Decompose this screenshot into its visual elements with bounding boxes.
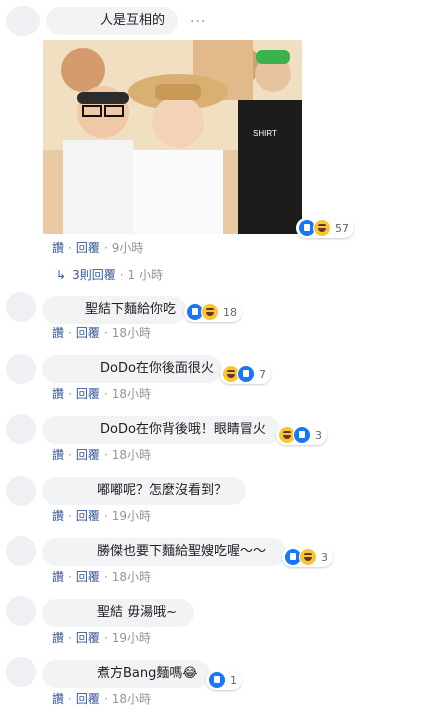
reply-button[interactable]: 回覆 — [76, 448, 100, 462]
haha-reaction-icon — [201, 303, 219, 321]
separator: · — [68, 241, 72, 255]
separator: · — [68, 570, 72, 584]
reaction-summary[interactable]: 57 — [296, 218, 354, 238]
comment-actions: 讚 · 回覆 · 18小時 — [52, 387, 151, 401]
timestamp: 18小時 — [111, 387, 151, 401]
separator: · — [103, 570, 108, 584]
commenter-avatar[interactable] — [6, 476, 36, 506]
reply-button[interactable]: 回覆 — [76, 509, 100, 523]
separator: · — [68, 326, 72, 340]
like-button[interactable]: 讚 — [52, 448, 64, 462]
reply-button[interactable]: 回覆 — [76, 692, 100, 706]
separator: · — [68, 509, 72, 523]
comment-text: 勝傑也要下麵給聖嫂吃喔～～ — [97, 544, 267, 559]
separator: · — [103, 631, 108, 645]
separator: · — [103, 387, 108, 401]
separator: · — [103, 326, 108, 340]
comment-text: 人是互相的 — [100, 13, 166, 28]
separator: · — [103, 241, 108, 255]
reply-button[interactable]: 回覆 — [76, 387, 100, 401]
comment-text: 煮方Bang麵嗎😂 — [97, 666, 198, 681]
separator: · — [103, 509, 108, 523]
like-button[interactable]: 讚 — [52, 241, 64, 255]
reaction-count: 7 — [259, 367, 266, 381]
commenter-avatar[interactable] — [6, 354, 36, 384]
comment-text: 聖結 毋湯哦~ — [97, 605, 178, 620]
separator: · — [119, 268, 124, 282]
timestamp: 1 小時 — [127, 268, 163, 282]
like-button[interactable]: 讚 — [52, 692, 64, 706]
timestamp: 18小時 — [111, 448, 151, 462]
comment-text: DoDo在你背後哦！眼睛冒火 — [100, 422, 266, 437]
view-replies-link[interactable]: ↳ 3則回覆 · 1 小時 — [56, 268, 163, 282]
comment-actions: 讚 · 回覆 · 18小時 — [52, 326, 151, 340]
comment-actions: 讚 · 回覆 · 9小時 — [52, 241, 143, 255]
separator: · — [103, 692, 108, 706]
timestamp: 19小時 — [111, 631, 151, 645]
separator: · — [68, 448, 72, 462]
reaction-count: 3 — [315, 428, 322, 442]
reply-button[interactable]: 回覆 — [76, 241, 100, 255]
commenter-avatar[interactable] — [6, 657, 36, 687]
separator: · — [103, 448, 108, 462]
like-reaction-icon — [293, 426, 311, 444]
reply-arrow-icon: ↳ — [56, 268, 67, 282]
like-button[interactable]: 讚 — [52, 326, 64, 340]
reply-button[interactable]: 回覆 — [76, 631, 100, 645]
separator: · — [68, 692, 72, 706]
comment-text: 聖結下麵給你吃 — [85, 302, 177, 317]
like-button[interactable]: 讚 — [52, 509, 64, 523]
reaction-count: 57 — [335, 221, 349, 235]
comment-actions: 讚 · 回覆 · 19小時 — [52, 509, 151, 523]
comment-text: DoDo在你後面很火 — [100, 361, 214, 376]
comment-actions: 讚 · 回覆 · 18小時 — [52, 448, 151, 462]
comment-actions: 讚 · 回覆 · 18小時 — [52, 570, 151, 584]
commenter-avatar[interactable] — [6, 414, 36, 444]
reaction-summary[interactable]: 3 — [282, 547, 333, 567]
haha-reaction-icon — [313, 219, 331, 237]
reaction-summary[interactable]: 3 — [276, 425, 327, 445]
reply-button[interactable]: 回覆 — [76, 326, 100, 340]
comment-actions: 讚 · 回覆 · 19小時 — [52, 631, 151, 645]
like-button[interactable]: 讚 — [52, 631, 64, 645]
timestamp: 18小時 — [111, 692, 151, 706]
reaction-summary[interactable]: 1 — [206, 670, 242, 690]
reaction-count: 1 — [230, 673, 237, 687]
timestamp: 19小時 — [111, 509, 151, 523]
separator: · — [68, 387, 72, 401]
timestamp: 9小時 — [111, 241, 144, 255]
haha-reaction-icon — [299, 548, 317, 566]
replies-label[interactable]: 3則回覆 — [72, 268, 116, 282]
commenter-avatar[interactable] — [6, 536, 36, 566]
reaction-count: 18 — [223, 305, 237, 319]
timestamp: 18小時 — [111, 570, 151, 584]
reaction-count: 3 — [321, 550, 328, 564]
more-options-icon[interactable]: ... — [190, 10, 206, 26]
comment-photo[interactable]: SHIRT — [43, 40, 302, 234]
commenter-avatar[interactable] — [6, 596, 36, 626]
reply-button[interactable]: 回覆 — [76, 570, 100, 584]
reaction-summary[interactable]: 18 — [184, 302, 242, 322]
commenter-avatar[interactable] — [6, 6, 40, 36]
like-button[interactable]: 讚 — [52, 387, 64, 401]
comment-text: 嘟嘟呢？怎麼沒看到？ — [97, 483, 228, 498]
comment-actions: 讚 · 回覆 · 18小時 — [52, 692, 151, 706]
like-button[interactable]: 讚 — [52, 570, 64, 584]
separator: · — [68, 631, 72, 645]
timestamp: 18小時 — [111, 326, 151, 340]
like-reaction-icon — [208, 671, 226, 689]
shirt-print: SHIRT — [253, 129, 277, 138]
commenter-avatar[interactable] — [6, 292, 36, 322]
reaction-summary[interactable]: 7 — [220, 364, 271, 384]
like-reaction-icon — [237, 365, 255, 383]
